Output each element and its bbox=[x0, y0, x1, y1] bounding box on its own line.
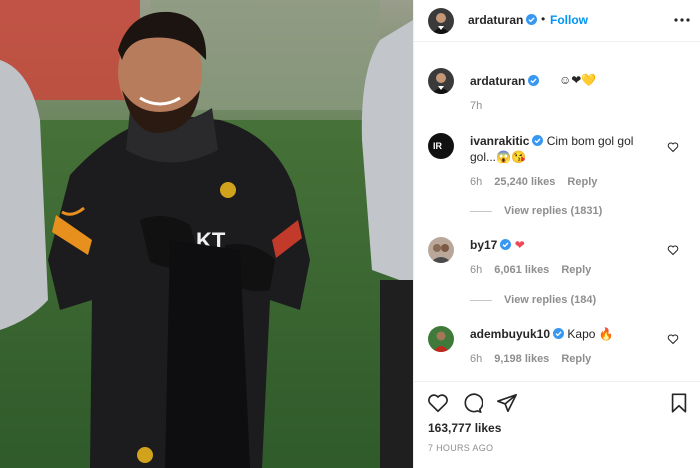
comment-like-heart-icon[interactable] bbox=[667, 244, 679, 256]
comment-username[interactable]: ivanrakitic bbox=[470, 134, 544, 148]
comment-icon[interactable] bbox=[461, 392, 483, 414]
comment-avatar-adembuyuk10[interactable] bbox=[428, 326, 454, 352]
comment-time: 6h bbox=[470, 353, 483, 365]
comment-body: by17 ❤ bbox=[470, 237, 660, 253]
post-header: ardaturan • Follow bbox=[414, 0, 700, 42]
comment-likes[interactable]: 25,240 likes bbox=[494, 176, 555, 188]
caption-username-text[interactable]: ardaturan bbox=[470, 74, 525, 88]
verified-icon bbox=[500, 239, 512, 250]
comment-avatar-initials: IR bbox=[433, 141, 442, 151]
comment-likes[interactable]: 9,198 likes bbox=[494, 353, 549, 365]
post-actions: 163,777 likes 7 HOURS AGO bbox=[414, 381, 700, 468]
reply-button[interactable]: Reply bbox=[561, 264, 591, 276]
share-icon[interactable] bbox=[496, 392, 518, 414]
caption-text: ☺❤💛 bbox=[559, 73, 597, 87]
post-photo[interactable]: KT bbox=[0, 0, 413, 468]
comment-like-heart-icon[interactable] bbox=[667, 333, 679, 345]
comment-text: ❤ bbox=[514, 238, 525, 252]
reply-button[interactable]: Reply bbox=[567, 176, 597, 188]
verified-icon bbox=[526, 14, 538, 25]
comment-body: adembuyuk10 Kapo 🔥 bbox=[470, 326, 660, 342]
post-sidebar: ardaturan • Follow ardaturan ☺❤💛 7h IR i… bbox=[413, 0, 700, 468]
comment-username[interactable]: by17 bbox=[470, 238, 512, 252]
comment-meta: 6h 6,061 likes Reply bbox=[470, 264, 603, 276]
caption-author-avatar[interactable] bbox=[428, 68, 454, 94]
comment-username-text[interactable]: ivanrakitic bbox=[470, 134, 529, 148]
comment-meta: 6h 25,240 likes Reply bbox=[470, 176, 609, 188]
comment-username[interactable]: adembuyuk10 bbox=[470, 327, 565, 341]
follow-button[interactable]: Follow bbox=[550, 13, 588, 27]
caption-time: 7h bbox=[470, 100, 483, 112]
comment-text: Kapo 🔥 bbox=[567, 327, 614, 341]
separator-dot: • bbox=[541, 12, 546, 26]
post-image: KT bbox=[0, 0, 413, 468]
post-timestamp[interactable]: 7 HOURS AGO bbox=[428, 443, 493, 453]
author-username[interactable]: ardaturan bbox=[468, 13, 538, 27]
more-options-icon[interactable] bbox=[672, 13, 692, 27]
comment-likes[interactable]: 6,061 likes bbox=[494, 264, 549, 276]
view-replies-button[interactable]: View replies (1831) bbox=[470, 205, 602, 217]
heart-icon[interactable] bbox=[427, 392, 449, 414]
caption-username[interactable]: ardaturan bbox=[470, 74, 540, 88]
comment-username-text[interactable]: adembuyuk10 bbox=[470, 327, 550, 341]
comment-body: ivanrakitic Cim bom gol gol gol...😱😘 bbox=[470, 133, 660, 165]
author-avatar[interactable] bbox=[428, 8, 454, 34]
comment-like-heart-icon[interactable] bbox=[667, 141, 679, 153]
reply-button[interactable]: Reply bbox=[561, 353, 591, 365]
comment-time: 6h bbox=[470, 176, 483, 188]
verified-icon bbox=[553, 328, 565, 339]
comment-avatar-by17[interactable] bbox=[428, 237, 454, 263]
post-likes-count[interactable]: 163,777 likes bbox=[428, 421, 501, 435]
verified-icon bbox=[532, 135, 544, 146]
view-replies-button[interactable]: View replies (184) bbox=[470, 294, 596, 306]
author-username-text[interactable]: ardaturan bbox=[468, 13, 523, 27]
comment-time: 6h bbox=[470, 264, 483, 276]
bookmark-icon[interactable] bbox=[668, 392, 690, 414]
comment-meta: 6h 9,198 likes Reply bbox=[470, 353, 603, 365]
comment-username-text[interactable]: by17 bbox=[470, 238, 497, 252]
verified-icon bbox=[528, 75, 540, 86]
